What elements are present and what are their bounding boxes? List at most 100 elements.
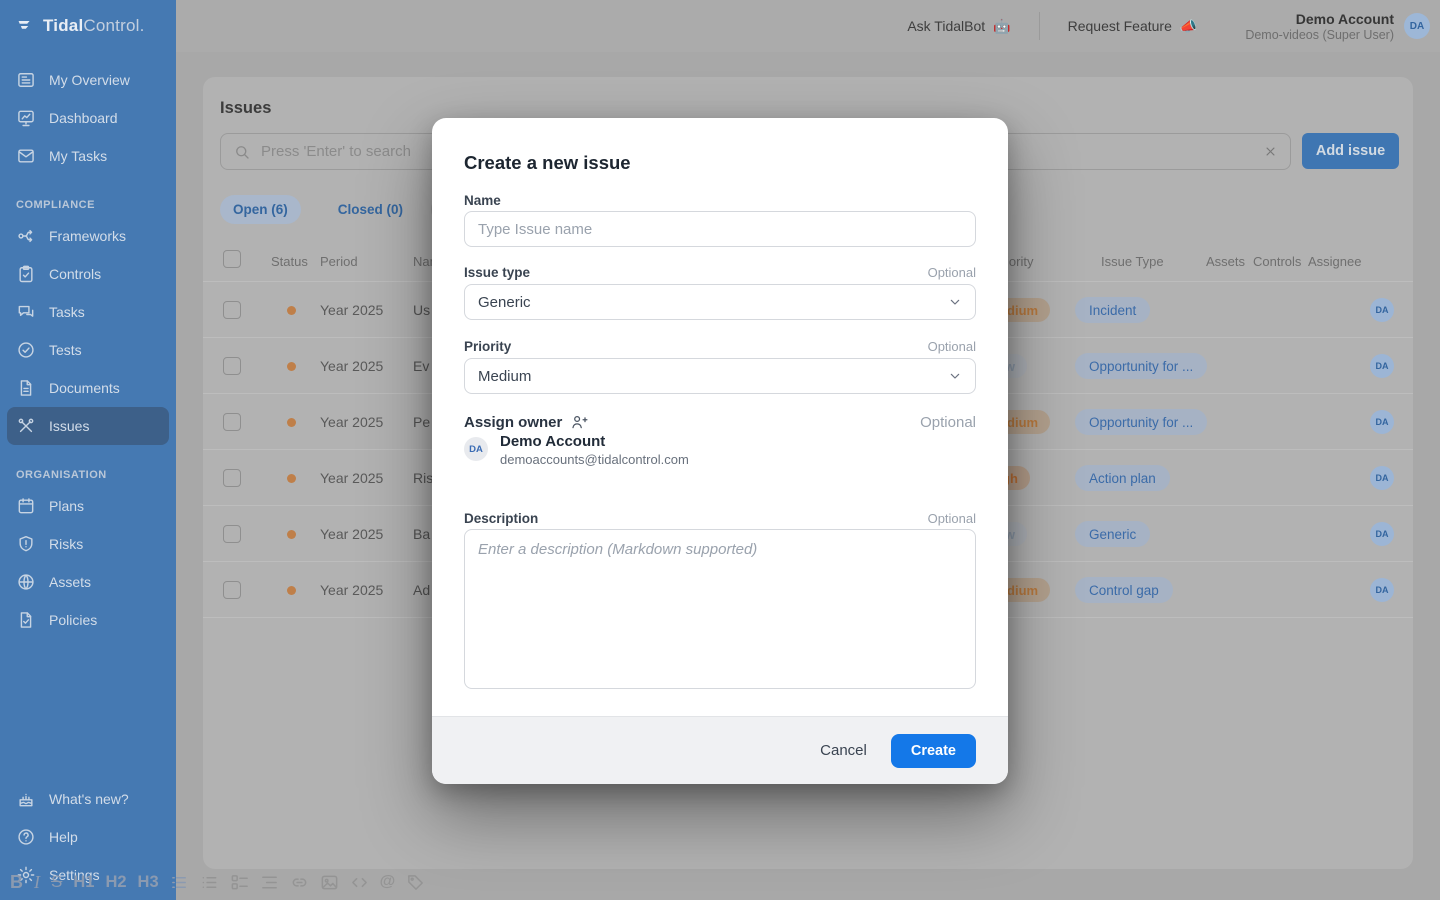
description-textarea[interactable] bbox=[464, 529, 976, 689]
select-all-checkbox[interactable] bbox=[223, 250, 241, 268]
period-cell: Year 2025 bbox=[320, 414, 383, 430]
priority-select[interactable]: Medium bbox=[464, 358, 976, 394]
assignee-avatar: DA bbox=[1370, 354, 1394, 378]
row-checkbox[interactable] bbox=[223, 413, 241, 431]
sidebar-item-whats-new[interactable]: What's new? bbox=[7, 780, 169, 818]
italic-button[interactable]: I bbox=[34, 872, 40, 893]
tag-button[interactable] bbox=[406, 873, 425, 892]
row-checkbox[interactable] bbox=[223, 525, 241, 543]
account-name: Demo Account bbox=[1245, 11, 1394, 27]
sidebar-item-my-tasks[interactable]: My Tasks bbox=[7, 137, 169, 175]
status-dot bbox=[287, 530, 296, 539]
sidebar-item-assets[interactable]: Assets bbox=[7, 563, 169, 601]
sidebar-item-help[interactable]: Help bbox=[7, 818, 169, 856]
sidebar-item-policies[interactable]: Policies bbox=[7, 601, 169, 639]
person-plus-icon[interactable] bbox=[570, 413, 588, 431]
issue-name-input[interactable] bbox=[464, 211, 976, 247]
topbar: Ask TidalBot 🤖 Request Feature 📣 Demo Ac… bbox=[176, 0, 1440, 52]
markdown-editor-toolbar: B I S H1 H2 H3 @ bbox=[10, 868, 425, 896]
code-button[interactable] bbox=[350, 873, 369, 892]
assign-owner-optional: Optional bbox=[920, 414, 976, 431]
priority-optional: Optional bbox=[928, 339, 976, 354]
sidebar-item-label: Plans bbox=[49, 498, 84, 514]
tab-open[interactable]: Open (6) bbox=[220, 195, 301, 224]
assign-owner-label: Assign owner bbox=[464, 413, 588, 431]
indent-list-button[interactable] bbox=[260, 873, 279, 892]
bullet-list-button[interactable] bbox=[200, 873, 219, 892]
status-dot bbox=[287, 418, 296, 427]
mail-icon bbox=[16, 146, 36, 166]
assignee-avatar: DA bbox=[1370, 522, 1394, 546]
issue-type-badge: Action plan bbox=[1075, 465, 1170, 491]
sidebar-item-label: Documents bbox=[49, 380, 120, 396]
account-info[interactable]: Demo Account Demo-videos (Super User) bbox=[1245, 11, 1394, 42]
sidebar-item-tests[interactable]: Tests bbox=[7, 331, 169, 369]
issue-type-select[interactable]: Generic bbox=[464, 284, 976, 320]
link-button[interactable] bbox=[290, 873, 309, 892]
sidebar-item-label: Controls bbox=[49, 266, 101, 282]
create-button[interactable]: Create bbox=[891, 734, 976, 768]
help-icon bbox=[16, 827, 36, 847]
sidebar-item-my-overview[interactable]: My Overview bbox=[7, 61, 169, 99]
ask-tidalbot-label: Ask TidalBot bbox=[907, 18, 985, 34]
request-feature-button[interactable]: Request Feature 📣 bbox=[1068, 18, 1198, 35]
sidebar-item-documents[interactable]: Documents bbox=[7, 369, 169, 407]
sidebar-item-label: Assets bbox=[49, 574, 91, 590]
issue-type-value: Generic bbox=[478, 294, 531, 311]
col-assets: Assets bbox=[1206, 254, 1245, 269]
logo-text: TidalControl. bbox=[43, 16, 145, 36]
sidebar-item-label: Policies bbox=[49, 612, 97, 628]
mention-button[interactable]: @ bbox=[380, 873, 396, 891]
modal-title: Create a new issue bbox=[464, 152, 631, 174]
ordered-list-button[interactable] bbox=[170, 873, 189, 892]
status-dot bbox=[287, 586, 296, 595]
name-cell: Ba bbox=[413, 526, 430, 542]
sidebar-item-frameworks[interactable]: Frameworks bbox=[7, 217, 169, 255]
sidebar-item-label: Frameworks bbox=[49, 228, 126, 244]
col-status: Status bbox=[271, 254, 308, 269]
sidebar-item-label: Help bbox=[49, 829, 78, 845]
row-checkbox[interactable] bbox=[223, 357, 241, 375]
logo[interactable]: TidalControl. bbox=[0, 0, 176, 45]
heading3-button[interactable]: H3 bbox=[138, 873, 159, 892]
chevron-down-icon bbox=[947, 294, 963, 310]
period-cell: Year 2025 bbox=[320, 526, 383, 542]
heading1-button[interactable]: H1 bbox=[73, 873, 94, 892]
ask-tidalbot-button[interactable]: Ask TidalBot 🤖 bbox=[907, 18, 1010, 35]
sidebar-item-controls[interactable]: Controls bbox=[7, 255, 169, 293]
status-dot bbox=[287, 474, 296, 483]
chat-icon bbox=[16, 302, 36, 322]
assignee-avatar: DA bbox=[1370, 410, 1394, 434]
assignee-avatar: DA bbox=[1370, 298, 1394, 322]
name-cell: Ev bbox=[413, 358, 429, 374]
sidebar-item-issues[interactable]: Issues bbox=[7, 407, 169, 445]
task-list-button[interactable] bbox=[230, 873, 249, 892]
check-circle-icon bbox=[16, 340, 36, 360]
row-checkbox[interactable] bbox=[223, 469, 241, 487]
image-button[interactable] bbox=[320, 873, 339, 892]
heading2-button[interactable]: H2 bbox=[105, 873, 126, 892]
bold-button[interactable]: B bbox=[10, 872, 23, 893]
sidebar-item-dashboard[interactable]: Dashboard bbox=[7, 99, 169, 137]
account-avatar[interactable]: DA bbox=[1404, 13, 1430, 39]
dashboard-icon bbox=[16, 108, 36, 128]
priority-label: Priority bbox=[464, 339, 511, 354]
add-issue-button[interactable]: Add issue bbox=[1302, 133, 1399, 169]
sidebar-item-label: Dashboard bbox=[49, 110, 118, 126]
tab-closed[interactable]: Closed (0) bbox=[325, 195, 416, 224]
clear-search-icon[interactable] bbox=[1263, 144, 1278, 159]
issue-type-badge: Generic bbox=[1075, 521, 1150, 547]
cancel-button[interactable]: Cancel bbox=[820, 742, 867, 759]
name-cell: Us bbox=[413, 302, 430, 318]
row-checkbox[interactable] bbox=[223, 581, 241, 599]
sidebar-item-risks[interactable]: Risks bbox=[7, 525, 169, 563]
sidebar-item-tasks[interactable]: Tasks bbox=[7, 293, 169, 331]
row-checkbox[interactable] bbox=[223, 301, 241, 319]
strikethrough-button[interactable]: S bbox=[51, 872, 62, 892]
sidebar-item-plans[interactable]: Plans bbox=[7, 487, 169, 525]
sidebar-section-organisation: ORGANISATION bbox=[16, 469, 160, 481]
policy-doc-icon bbox=[16, 610, 36, 630]
period-cell: Year 2025 bbox=[320, 302, 383, 318]
name-label: Name bbox=[464, 193, 501, 208]
clipboard-icon bbox=[16, 264, 36, 284]
